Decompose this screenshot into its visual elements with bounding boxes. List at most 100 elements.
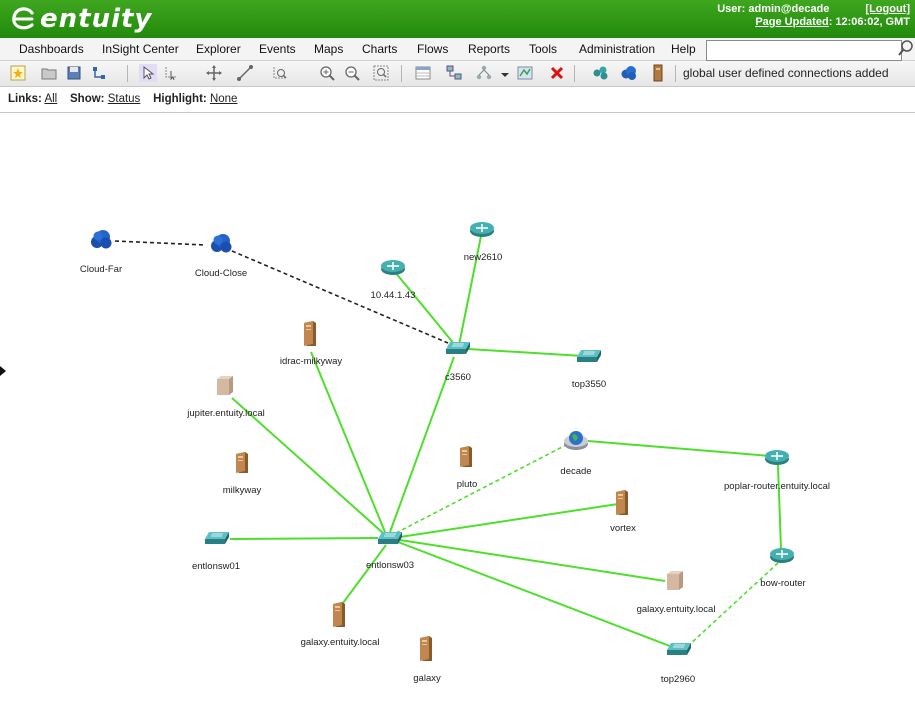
router-icon xyxy=(381,260,405,275)
menu-help[interactable]: Help xyxy=(671,42,696,56)
link-entlonsw03-vortex[interactable] xyxy=(399,503,619,538)
cloud-group-icon[interactable] xyxy=(592,64,610,82)
label-new2610: new2610 xyxy=(463,252,503,263)
menu-administration[interactable]: Administration xyxy=(579,42,655,56)
node-jupiter[interactable] xyxy=(216,376,234,396)
link-entlonsw03-decade[interactable] xyxy=(395,444,567,534)
toolbar-separator xyxy=(401,65,402,82)
link-entlonsw03-galaxylocalr[interactable] xyxy=(399,539,666,582)
table-view-icon[interactable] xyxy=(414,64,432,82)
link-poplar-bow[interactable] xyxy=(777,464,782,550)
logo-text: entuity xyxy=(40,4,153,34)
label-entlonsw01: entlonsw01 xyxy=(191,561,241,572)
node-galaxy-entuity-local-left[interactable] xyxy=(331,600,347,628)
node-milkyway[interactable] xyxy=(234,450,250,474)
menu-flows[interactable]: Flows xyxy=(417,42,448,56)
zoom-fit-icon[interactable] xyxy=(372,64,390,82)
toolbar-separator xyxy=(127,65,128,82)
search-input[interactable] xyxy=(706,40,902,61)
node-cloud-far[interactable] xyxy=(89,229,113,251)
link-idrac-entlonsw03[interactable] xyxy=(310,351,386,533)
label-c3560: c3560 xyxy=(445,372,471,383)
highlight-filter-link[interactable]: None xyxy=(210,93,238,105)
node-entlonsw03[interactable] xyxy=(377,531,403,545)
node-cloud-close[interactable] xyxy=(209,233,233,255)
label-jupiter: jupiter.entuity.local xyxy=(187,408,265,419)
zoom-in-icon[interactable] xyxy=(318,64,336,82)
menu-reports[interactable]: Reports xyxy=(468,42,510,56)
node-entlonsw01[interactable] xyxy=(204,531,230,545)
node-idrac-milkyway[interactable] xyxy=(302,319,318,347)
link-cloudfar-cloudclose[interactable] xyxy=(114,240,206,246)
show-filter-link[interactable]: Status xyxy=(108,93,141,105)
link-entlonsw01-entlonsw03[interactable] xyxy=(229,537,379,540)
label-bow-router: bow-router xyxy=(760,578,806,589)
search-icon[interactable] xyxy=(898,38,914,58)
filter-bar: Links: All Show: Status Highlight: None xyxy=(8,93,237,105)
network-devices-icon[interactable] xyxy=(445,64,463,82)
menu-charts[interactable]: Charts xyxy=(362,42,397,56)
cloud-icon[interactable] xyxy=(620,64,638,82)
page-updated-link[interactable]: Page Updated xyxy=(755,16,828,29)
node-vortex[interactable] xyxy=(614,488,630,516)
menu-events[interactable]: Events xyxy=(259,42,296,56)
delete-icon[interactable] xyxy=(548,64,566,82)
map-icon[interactable] xyxy=(516,64,534,82)
user-label: User: admin@decade xyxy=(717,3,830,15)
menu-tools[interactable]: Tools xyxy=(529,42,557,56)
node-top3550[interactable] xyxy=(576,349,602,363)
link-entlonsw03-top2960[interactable] xyxy=(397,541,676,649)
toolbar-status-text: global user defined connections added xyxy=(683,66,889,80)
menu-maps[interactable]: Maps xyxy=(314,42,343,56)
connect-icon[interactable] xyxy=(236,64,254,82)
zoom-area-icon[interactable] xyxy=(271,64,289,82)
switch-icon xyxy=(378,532,402,544)
page-updated-time: : 12:06:02, GMT xyxy=(828,16,910,28)
node-10-44-1-43[interactable] xyxy=(380,259,406,276)
select-pointer-icon[interactable] xyxy=(139,64,157,82)
link-galaxylocal-entlonsw03[interactable] xyxy=(339,544,387,608)
server-icon xyxy=(304,321,316,346)
node-top2960[interactable] xyxy=(666,642,692,656)
link-decade-poplar[interactable] xyxy=(587,440,771,457)
node-new2610[interactable] xyxy=(469,221,495,238)
node-pluto[interactable] xyxy=(458,444,474,468)
server-icon xyxy=(460,446,472,467)
server-icon[interactable] xyxy=(649,64,667,82)
link-c3560-entlonsw03[interactable] xyxy=(389,356,455,533)
node-galaxy-entuity-local-right[interactable] xyxy=(666,571,684,591)
entuity-logo[interactable]: entuity xyxy=(10,3,152,35)
toolbar-separator xyxy=(675,65,676,82)
save-icon[interactable] xyxy=(65,64,83,82)
menu-dashboards[interactable]: Dashboards xyxy=(19,42,84,56)
server-icon xyxy=(616,490,628,515)
dropdown-arrow-icon[interactable] xyxy=(500,64,510,82)
label-poplar-router: poplar-router.entuity.local xyxy=(724,481,830,492)
tree-layout-icon[interactable] xyxy=(475,64,493,82)
node-poplar-router[interactable] xyxy=(764,449,790,466)
links-filter-link[interactable]: All xyxy=(44,93,57,105)
map-links xyxy=(114,235,782,649)
router-icon xyxy=(770,548,794,563)
label-top2960: top2960 xyxy=(660,674,696,685)
server-icon xyxy=(420,636,432,661)
pan-icon[interactable] xyxy=(205,64,223,82)
user-info: User: admin@decade [Logout] Page Updated… xyxy=(717,3,910,29)
router-icon xyxy=(470,222,494,237)
open-folder-icon[interactable] xyxy=(40,64,58,82)
layout-icon[interactable] xyxy=(90,64,108,82)
node-decade[interactable] xyxy=(563,429,589,451)
lasso-select-icon[interactable] xyxy=(163,64,181,82)
panel-expand-arrow-icon[interactable] xyxy=(0,366,6,376)
node-c3560[interactable] xyxy=(445,341,471,355)
menu-insight-center[interactable]: InSight Center xyxy=(102,42,179,56)
menu-explorer[interactable]: Explorer xyxy=(196,42,241,56)
node-galaxy[interactable] xyxy=(418,634,434,662)
logout-link[interactable]: [Logout] xyxy=(865,3,910,16)
network-map-canvas[interactable]: Cloud-Far Cloud-Close new2610 10.44.1.43… xyxy=(0,113,915,718)
node-bow-router[interactable] xyxy=(769,547,795,564)
link-c3560-top3550[interactable] xyxy=(467,348,584,357)
favorite-icon[interactable] xyxy=(9,64,27,82)
zoom-out-icon[interactable] xyxy=(343,64,361,82)
switch-icon xyxy=(577,350,601,362)
